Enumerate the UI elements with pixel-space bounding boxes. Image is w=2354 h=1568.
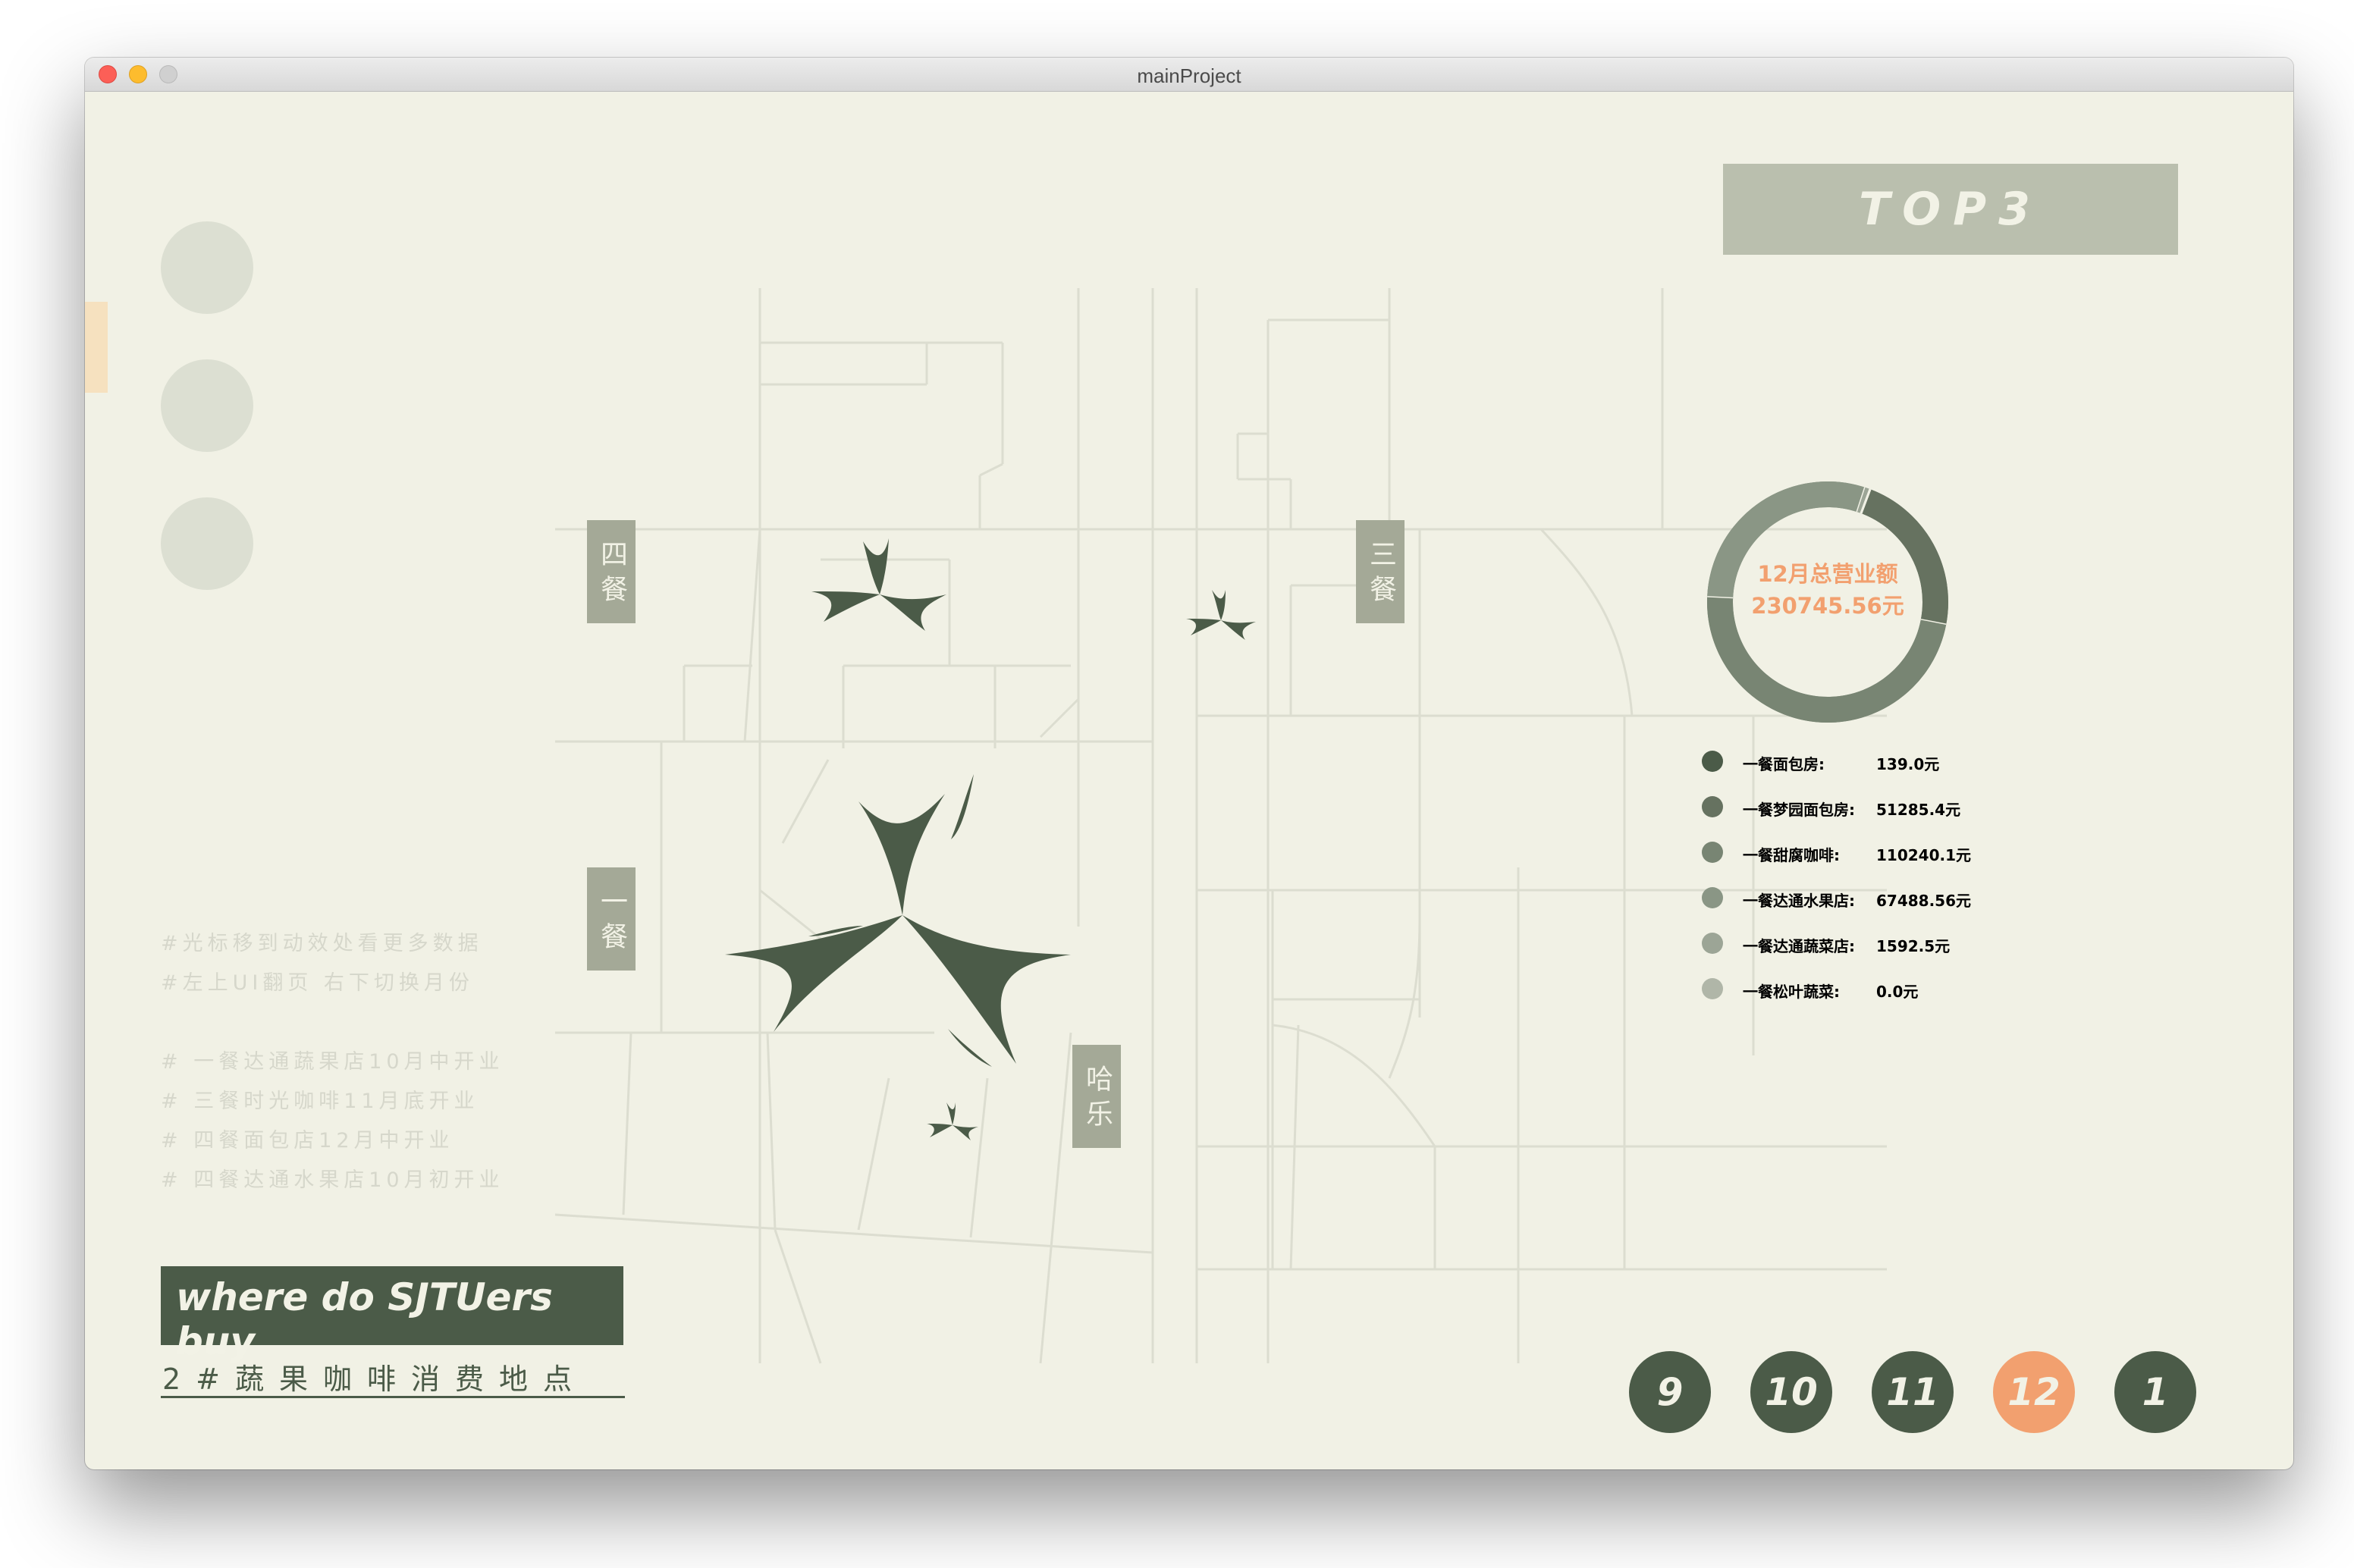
map-label-sancan: 三餐 <box>1356 520 1405 623</box>
month-button-1[interactable]: 1 <box>2114 1351 2196 1433</box>
title-bar: mainProject <box>85 58 2293 92</box>
month-button-11[interactable]: 11 <box>1872 1351 1954 1433</box>
main-canvas: 四餐 三餐 一餐 哈乐 #光标移到动效处看更多数据 #左上UI翻页 右下切换月份… <box>85 93 2293 1469</box>
legend-value: 139.0元 <box>1876 755 1940 773</box>
donut-center-text: 12月总营业额 230745.56元 <box>1722 558 1934 622</box>
app-window: mainProject 四餐 三餐 一餐 哈乐 #光标移到动效处看更多数据 #左… <box>85 58 2293 1469</box>
legend-name: 一餐达通蔬菜店: <box>1743 937 1855 955</box>
visit-flowers <box>725 538 1256 1140</box>
campus-map <box>554 288 1887 1364</box>
brand-banner: where do SJTUers buy <box>161 1266 623 1363</box>
legend-swatch <box>1702 978 1723 999</box>
legend-value: 0.0元 <box>1876 983 1919 1001</box>
legend-value: 1592.5元 <box>1876 937 1951 955</box>
month-button-9[interactable]: 9 <box>1629 1351 1711 1433</box>
legend-swatch <box>1702 842 1723 863</box>
legend-swatch <box>1702 796 1723 817</box>
brand-subtitle: 2#蔬果咖啡消费地点 <box>161 1356 625 1398</box>
note-line: # 三餐时光咖啡11月底开业 <box>161 1090 479 1113</box>
legend-value: 51285.4元 <box>1876 801 1961 819</box>
legend-name: 一餐面包房: <box>1743 755 1825 773</box>
map-label-yican: 一餐 <box>587 867 636 971</box>
note-line: # 一餐达通蔬果店10月中开业 <box>161 1050 504 1074</box>
note-line: #光标移到动效处看更多数据 <box>161 932 483 955</box>
legend-name: 一餐达通水果店: <box>1743 892 1855 910</box>
legend-swatch <box>1702 887 1723 908</box>
legend-swatch <box>1702 751 1723 772</box>
note-line <box>161 1005 504 1045</box>
flower-hale[interactable] <box>927 1102 978 1140</box>
donut-title: 12月总营业额 <box>1757 561 1898 587</box>
donut-total: 230745.56元 <box>1751 593 1904 619</box>
legend-name: 一餐松叶蔬菜: <box>1743 983 1840 1001</box>
map-label-sican: 四餐 <box>587 520 636 623</box>
map-label-hale: 哈乐 <box>1072 1045 1121 1148</box>
legend-name: 一餐梦园面包房: <box>1743 801 1855 819</box>
flower-yican[interactable] <box>725 774 1071 1067</box>
note-line: # 四餐达通水果店10月初开业 <box>161 1168 504 1192</box>
legend-swatch <box>1702 933 1723 954</box>
top3-button[interactable]: TOP3 <box>1723 164 2178 255</box>
month-button-10[interactable]: 10 <box>1750 1351 1832 1433</box>
brand-title: where do SJTUers buy <box>176 1275 553 1363</box>
window-title: mainProject <box>1137 64 1241 87</box>
legend-value: 110240.1元 <box>1876 846 1972 864</box>
notes-panel: #光标移到动效处看更多数据 #左上UI翻页 右下切换月份 # 一餐达通蔬果店10… <box>161 927 504 1203</box>
map-roads <box>554 288 1887 1364</box>
month-button-12[interactable]: 12 <box>1993 1351 2075 1433</box>
legend-name: 一餐甜腐咖啡: <box>1743 846 1840 864</box>
legend-value: 67488.56元 <box>1876 892 1972 910</box>
flower-sican[interactable] <box>811 538 946 631</box>
note-line: # 四餐面包店12月中开业 <box>161 1129 454 1152</box>
note-line: #左上UI翻页 右下切换月份 <box>161 971 474 995</box>
